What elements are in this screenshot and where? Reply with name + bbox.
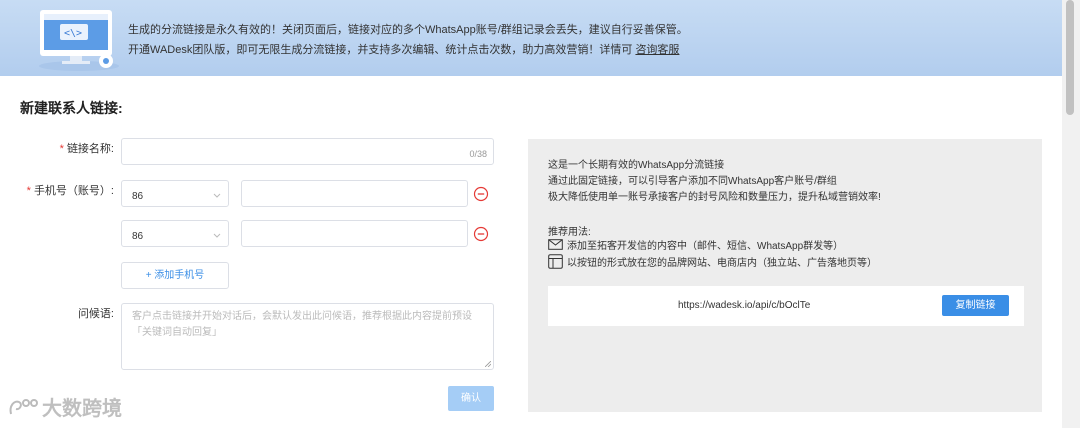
info-line-2: 通过此固定链接，可以引导客户添加不同WhatsApp客户账号/群组 [548,176,837,187]
banner-line-1: 生成的分流链接是永久有效的！关闭页面后，链接对应的多个WhatsApp账号/群组… [128,24,688,36]
svg-text:<\>: <\> [64,28,82,39]
watermark-text: 大数跨境 [42,398,122,420]
remove-circle-icon[interactable] [473,186,489,202]
phone-number-input-2[interactable] [241,220,468,247]
required-mark: * [26,185,31,197]
remove-circle-icon[interactable] [473,226,489,242]
country-code-value-2: 86 [132,231,144,242]
generated-link-url[interactable]: https://wadesk.io/api/c/bOclTe [678,300,810,311]
country-code-value-1: 86 [132,191,144,202]
banner-text: 生成的分流链接是永久有效的！关闭页面后，链接对应的多个WhatsApp账号/群组… [128,20,688,60]
recommend-item-website: 以按钮的形式放在您的品牌网站、电商店内（独立站、广告落地页等） [548,254,877,269]
notice-banner: <\> 生成的分流链接是永久有效的！关闭页面后，链接对应的多个WhatsApp账… [0,0,1062,76]
computer-illustration-icon: <\> [39,10,119,71]
link-name-input[interactable]: 0/38 [121,138,494,165]
link-name-label: * 链接名称: [56,140,114,156]
country-code-select-2[interactable]: 86 [121,220,229,247]
scrollbar-thumb[interactable] [1066,0,1074,115]
recommend-item-website-text: 以按钮的形式放在您的品牌网站、电商店内（独立站、广告落地页等） [567,258,877,269]
confirm-button[interactable]: 确认 [448,386,494,411]
chevron-down-icon [213,193,221,198]
phone-number-input-1[interactable] [241,180,468,207]
greeting-placeholder: 客户点击链接并开始对话后，会默认发出此问候语，推荐根据此内容提前预设「关键词自动… [132,311,472,338]
info-line-1: 这是一个长期有效的WhatsApp分流链接 [548,160,725,171]
recommend-item-email-text: 添加至拓客开发信的内容中（邮件、短信、WhatsApp群发等） [567,241,844,252]
info-line-3: 极大降低使用单一账号承接客户的封号风险和数量压力，提升私域营销效率! [548,192,881,203]
recommend-item-email: 添加至拓客开发信的内容中（邮件、短信、WhatsApp群发等） [548,237,843,252]
required-mark: * [59,143,64,155]
watermark: 大数跨境 [8,392,122,421]
greeting-label: 问候语: [77,308,114,320]
mail-icon [548,239,563,250]
phone-label: * 手机号（账号）: [20,182,114,198]
country-code-select-1[interactable]: 86 [121,180,229,207]
page-title: 新建联系人链接: [20,100,123,116]
generated-link-box: https://wadesk.io/api/c/bOclTe 复制链接 [548,286,1024,326]
greeting-textarea[interactable]: 客户点击链接并开始对话后，会默认发出此问候语，推荐根据此内容提前预设「关键词自动… [121,303,494,370]
link-name-counter: 0/38 [469,149,487,159]
layout-icon [548,254,563,269]
phone-label-text: 手机号（账号）: [33,185,114,197]
contact-support-link[interactable]: 咨询客服 [635,44,679,56]
add-phone-button[interactable]: + 添加手机号 [121,262,229,289]
link-name-label-text: 链接名称: [66,143,114,155]
resize-handle-icon[interactable] [485,361,491,367]
banner-line-2: 开通WADesk团队版，即可无限生成分流链接，并支持多次编辑、统计点击次数，助力… [128,40,688,60]
banner-line-2-text: 开通WADesk团队版，即可无限生成分流链接，并支持多次编辑、统计点击次数，助力… [128,44,633,56]
recommend-title: 推荐用法: [548,227,591,238]
watermark-logo-icon [9,398,38,414]
chevron-down-icon [213,233,221,238]
info-panel: 这是一个长期有效的WhatsApp分流链接 通过此固定链接，可以引导客户添加不同… [528,139,1042,412]
copy-link-button[interactable]: 复制链接 [942,295,1009,316]
